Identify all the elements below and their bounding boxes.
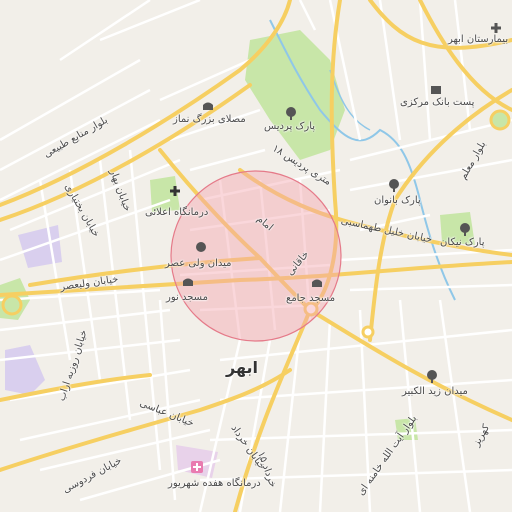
label-city: ابهر <box>226 358 259 377</box>
square-icon <box>196 242 206 252</box>
label-mosalla: مصلای بزرگ نماز <box>173 114 246 125</box>
label-clinic-ellahi: درمانگاه اعلائی <box>145 207 209 218</box>
label-square-zeid: میدان زید الکبیر <box>402 386 468 397</box>
label-park-banovan: پارک بانوان <box>374 195 421 206</box>
label-mosque-noor: مسجد نور <box>166 292 208 303</box>
label-hospital: بیمارستان ابهر <box>448 34 509 45</box>
bank-icon <box>431 86 441 94</box>
label-mosque-jame: مسجد جامع <box>286 293 336 304</box>
label-post-bank: پست بانک مرکزی <box>400 97 475 108</box>
label-park-pardis: پارک پردیس <box>264 121 316 132</box>
label-clinic-17shahrivar: درمانگاه هفده شهریور <box>168 478 261 489</box>
map-canvas[interactable] <box>0 0 512 512</box>
clinic-icon <box>191 461 203 473</box>
map-view[interactable]: بیمارستان ابهر پست بانک مرکزی پارک پردیس… <box>0 0 512 512</box>
search-radius-circle <box>170 170 342 342</box>
label-square-valiasr: میدان ولی عصر <box>165 258 232 269</box>
label-park-nikan: پارک نیکان <box>440 237 485 248</box>
